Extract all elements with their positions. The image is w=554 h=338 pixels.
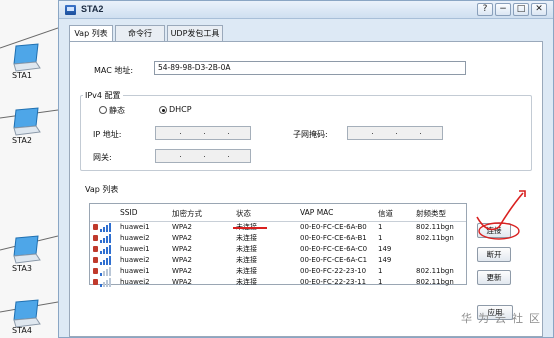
tab-vap-list[interactable]: Vap 列表 <box>69 25 113 42</box>
table-row[interactable]: huawei2 WPA2 未连接 00-E0-FC-CE-6A-B1 1 802.11bg… <box>90 233 476 244</box>
watermark: 华为云社区 <box>461 312 546 325</box>
mac-address-label: MAC 地址: <box>94 66 134 75</box>
help-button[interactable]: ? <box>477 3 493 16</box>
dhcp-radio-label: DHCP <box>169 105 192 114</box>
signal-strength-icon <box>100 245 116 254</box>
col-channel: 信道 <box>378 209 393 218</box>
cell-encryption: WPA2 <box>172 267 192 275</box>
subnet-mask-label: 子网掩码: <box>293 130 328 139</box>
topology-canvas: STA1 STA2 STA3 STA4 <box>0 0 58 338</box>
mac-address-field[interactable]: 54-89-98-D3-2B-0A <box>154 61 466 75</box>
col-ssid: SSID <box>120 208 138 217</box>
tab-udp-tool[interactable]: UDP发包工具 <box>167 25 223 41</box>
subnet-mask-field[interactable] <box>347 126 443 140</box>
cell-status: 未连接 <box>236 245 257 253</box>
cell-encryption: WPA2 <box>172 256 192 264</box>
cell-vap-mac: 00-E0-FC-CE-6A-C0 <box>300 245 368 253</box>
cell-radio-type: 802.11bgn <box>416 234 454 242</box>
cell-channel: 1 <box>378 267 383 275</box>
table-row[interactable]: huawei2 WPA2 未连接 00-E0-FC-22-23-11 1 802.11bg… <box>90 277 476 288</box>
cell-ssid: huawei2 <box>120 234 150 242</box>
sta3-label: STA3 <box>12 264 32 273</box>
signal-strength-icon <box>100 267 116 276</box>
window-titlebar[interactable]: STA2 ? − □ ✕ <box>59 1 553 19</box>
cell-vap-mac: 00-E0-FC-22-23-10 <box>300 267 367 275</box>
cell-vap-mac: 00-E0-FC-CE-6A-C1 <box>300 256 368 264</box>
cell-ssid: huawei1 <box>120 223 150 231</box>
close-button[interactable]: ✕ <box>531 3 547 16</box>
signal-strength-icon <box>100 256 116 265</box>
cell-vap-mac: 00-E0-FC-CE-6A-B1 <box>300 234 367 242</box>
col-vap-mac: VAP MAC <box>300 208 334 217</box>
sta2-window: STA2 ? − □ ✕ Vap 列表 命令行 UDP发包工具 MAC 地址: … <box>58 0 554 338</box>
cell-status: 未连接 <box>236 267 257 275</box>
lock-icon <box>93 224 98 230</box>
sta4-label: STA4 <box>12 326 32 335</box>
minimize-button[interactable]: − <box>495 3 511 16</box>
table-row[interactable]: huawei1 WPA2 未连接 00-E0-FC-CE-6A-C0 149 <box>90 244 476 255</box>
cell-channel: 1 <box>378 223 383 231</box>
table-row[interactable]: huawei1WPA2未连接00-E0-FC-CE-6A-B01802.11bg… <box>90 222 476 233</box>
cell-status: 未连接 <box>236 278 257 286</box>
laptop-app-icon <box>65 5 76 15</box>
signal-strength-icon <box>100 278 116 287</box>
cell-status: 未连接 <box>236 234 257 242</box>
cell-ssid: huawei1 <box>120 245 150 253</box>
cell-channel: 149 <box>378 256 392 264</box>
lock-icon <box>93 257 98 263</box>
ip-address-label: IP 地址: <box>93 130 122 139</box>
red-annotation-underline <box>233 227 267 229</box>
refresh-button[interactable]: 更新 <box>477 270 511 285</box>
static-radio-label: 静态 <box>109 106 125 115</box>
signal-strength-icon <box>100 234 116 243</box>
cell-encryption: WPA2 <box>172 223 192 231</box>
cell-status: 未连接 <box>236 256 257 264</box>
lock-icon <box>93 246 98 252</box>
ipv4-config-group: IPv4 配置 静态 DHCP IP 地址: 子网掩码: 网关: <box>80 90 532 171</box>
cell-channel: 1 <box>378 234 383 242</box>
cell-encryption: WPA2 <box>172 234 192 242</box>
cell-encryption: WPA2 <box>172 278 192 286</box>
sta1-label: STA1 <box>12 71 32 80</box>
cell-channel: 1 <box>378 278 383 286</box>
maximize-button[interactable]: □ <box>513 3 529 16</box>
cell-radio-type: 802.11bgn <box>416 278 454 286</box>
window-title: STA2 <box>81 4 104 14</box>
cell-vap-mac: 00-E0-FC-CE-6A-B0 <box>300 223 367 231</box>
col-encryption: 加密方式 <box>172 209 202 218</box>
red-annotation-check <box>476 190 526 240</box>
cell-radio-type: 802.11bgn <box>416 267 454 275</box>
static-radio[interactable] <box>99 106 107 114</box>
lock-icon <box>93 268 98 274</box>
cell-ssid: huawei1 <box>120 267 150 275</box>
disconnect-button[interactable]: 断开 <box>477 247 511 262</box>
col-status: 状态 <box>236 209 251 218</box>
cell-encryption: WPA2 <box>172 245 192 253</box>
cell-radio-type: 802.11bgn <box>416 223 454 231</box>
gateway-label: 网关: <box>93 153 112 162</box>
ip-address-field[interactable] <box>155 126 251 140</box>
col-radio-type: 射频类型 <box>416 209 446 218</box>
cell-ssid: huawei2 <box>120 278 150 286</box>
vap-table: SSID 加密方式 状态 VAP MAC 信道 射频类型 huawei1 WPA2… <box>89 203 467 287</box>
cell-vap-mac: 00-E0-FC-22-23-11 <box>300 278 367 286</box>
table-row[interactable]: huawei2 WPA2 未连接 00-E0-FC-CE-6A-C1 149 <box>90 255 476 266</box>
table-row[interactable]: huawei1 WPA2 未连接 00-E0-FC-22-23-10 1 802.11bg… <box>90 266 476 277</box>
vap-table-header: SSID 加密方式 状态 VAP MAC 信道 射频类型 <box>90 204 466 222</box>
vap-group-title: Vap 列表 <box>83 184 121 195</box>
sta2-label: STA2 <box>12 136 32 145</box>
lock-icon <box>93 235 98 241</box>
cell-ssid: huawei2 <box>120 256 150 264</box>
dhcp-radio[interactable] <box>159 106 167 114</box>
lock-icon <box>93 279 98 285</box>
cell-channel: 149 <box>378 245 392 253</box>
signal-strength-icon <box>100 223 116 232</box>
ipv4-group-title: IPv4 配置 <box>83 90 123 101</box>
gateway-field[interactable] <box>155 149 251 163</box>
tab-command-line[interactable]: 命令行 <box>115 25 165 41</box>
